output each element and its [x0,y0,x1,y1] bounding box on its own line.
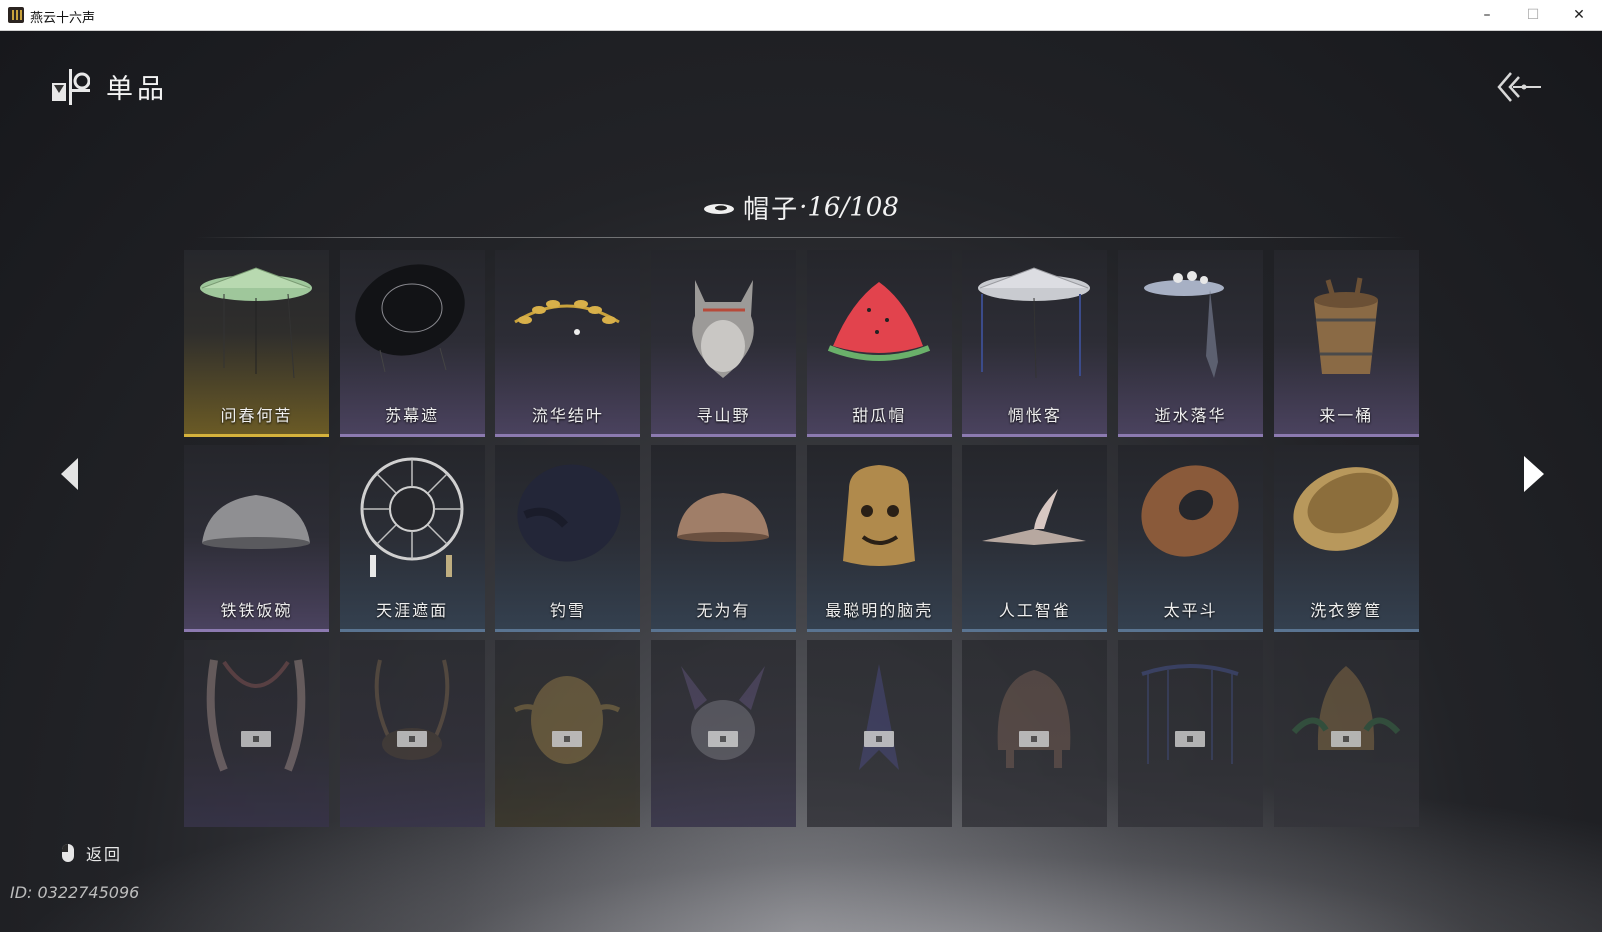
game-viewport: 单品 帽子·16/108 问春何苦 苏幕遮 流华结叶 寻山野 甜瓜帽 惆怅客 逝… [0,31,1602,932]
item-card[interactable]: 惆怅客 [962,250,1108,437]
item-card[interactable]: 天涯遮面 [339,445,485,632]
wooden-bucket-icon [1313,277,1378,374]
item-label: 寻山野 [696,406,751,425]
white-veiled-hat-icon [978,267,1091,379]
item-label: 逝水落华 [1154,406,1227,425]
item-label: 惆怅客 [1007,406,1062,425]
bird-hat-icon [982,489,1087,545]
item-label: 甜瓜帽 [852,406,907,425]
item-label: 铁铁饭碗 [220,601,293,620]
green-horn-helmet-icon [1291,666,1401,750]
item-label: 流华结叶 [531,406,604,425]
item-grid: 问春何苦 苏幕遮 流华结叶 寻山野 甜瓜帽 惆怅客 逝水落华 来一桶 铁铁饭碗 … [184,250,1420,827]
item-card[interactable]: 人工智雀 [962,445,1108,632]
wardrobe-icon [52,69,90,105]
item-card[interactable]: 甜瓜帽 [806,250,952,437]
item-card[interactable]: 最聪明的脑壳 [806,445,952,632]
beaded-veil-icon [1141,664,1239,764]
item-label: 人工智雀 [998,601,1071,620]
locked-item-card[interactable] [962,640,1108,827]
item-label: 天涯遮面 [376,601,449,620]
locked-item-card[interactable] [1273,640,1419,827]
black-veiled-hat-icon [354,264,465,373]
back-hint[interactable]: 返回 [62,841,122,865]
item-card[interactable]: 洗衣箩筐 [1273,445,1419,632]
item-label: 无为有 [696,601,751,620]
golden-laurel-icon [514,300,621,335]
demon-horns-icon [681,666,766,760]
item-card[interactable]: 寻山野 [651,250,797,437]
item-card[interactable]: 苏幕遮 [339,250,485,437]
locked-item-card[interactable] [651,640,797,827]
golden-mask-icon [514,676,621,764]
antler-crown-icon [374,659,449,760]
bronze-bell-icon [842,465,915,566]
item-card[interactable]: 流华结叶 [495,250,641,437]
wolf-head-icon [692,280,754,378]
iron-bowl-icon [202,495,310,549]
item-card[interactable]: 逝水落华 [1118,250,1264,437]
green-bamboo-hat-icon [200,267,312,379]
lock-icon [396,731,427,747]
lock-icon [708,731,739,747]
item-card[interactable]: 问春何苦 [184,250,329,437]
laundry-basket-icon [1293,467,1399,551]
user-id: ID: 0322745096 [10,883,140,902]
feather-horns-icon [206,659,306,772]
woven-basket-hat-icon [1141,465,1239,557]
lock-icon [241,731,271,747]
maximize-button[interactable]: ☐ [1510,0,1556,30]
lock-icon [863,731,894,747]
category-title: 帽子 [743,195,800,225]
item-card[interactable]: 铁铁饭碗 [184,445,329,632]
item-card[interactable]: 无为有 [651,445,797,632]
lock-icon [1175,731,1206,747]
blue-plume-icon [858,664,899,770]
locked-item-card[interactable] [339,640,485,827]
item-label: 太平斗 [1163,601,1218,620]
triangle-right-icon[interactable] [1518,454,1548,494]
divider [196,237,1406,238]
item-card[interactable]: 太平斗 [1118,445,1264,632]
app-icon [8,7,24,23]
item-label: 问春何苦 [220,406,293,425]
item-label: 来一桶 [1319,406,1374,425]
dark-straw-hat-icon [517,464,621,562]
minimize-button[interactable]: – [1464,0,1510,30]
window-title: 燕云十六声 [30,11,96,26]
lock-icon [1330,731,1361,747]
back-label: 返回 [86,845,123,864]
category-header: 帽子·16/108 [0,189,1602,226]
double-chevron-back-icon[interactable] [1497,71,1543,103]
item-label: 最聪明的脑壳 [825,601,934,620]
lock-icon [552,731,583,747]
item-label: 苏幕遮 [385,406,440,425]
locked-item-card[interactable] [806,640,952,827]
ornate-helmet-icon [998,670,1071,768]
item-card[interactable]: 来一桶 [1273,250,1419,437]
lock-icon [1019,731,1050,747]
close-button[interactable]: ✕ [1556,0,1602,30]
page-title: 单品 [106,74,168,105]
window-titlebar: 燕云十六声 – ☐ ✕ [0,0,1602,31]
item-label: 钓雪 [549,601,586,620]
locked-item-card[interactable] [184,640,329,827]
triangle-left-icon[interactable] [58,456,82,492]
hat-icon [704,203,735,214]
watermelon-hat-icon [827,282,930,361]
locked-item-card[interactable] [1118,640,1264,827]
item-label: 洗衣箩筐 [1310,601,1383,620]
flower-hat-with-scarf-icon [1144,271,1225,378]
mouse-right-click-icon [62,844,74,862]
wooden-bowl-icon [677,493,770,542]
wicker-wheel-hat-icon [360,457,464,577]
locked-item-card[interactable] [495,640,641,827]
category-count: 16/108 [807,192,899,223]
item-card[interactable]: 钓雪 [495,445,641,632]
